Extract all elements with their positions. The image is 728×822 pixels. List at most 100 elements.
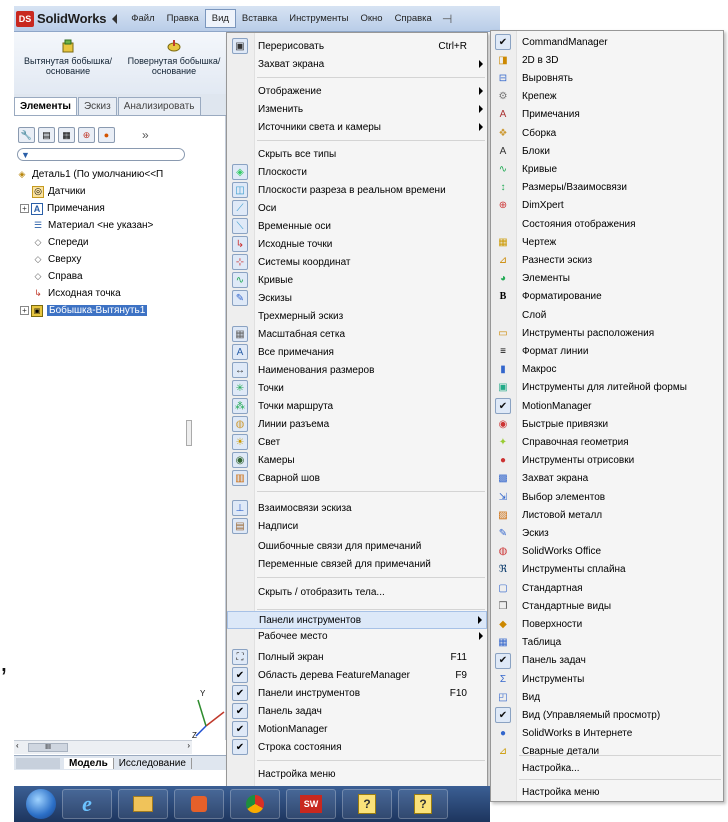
toolbar-menu-item[interactable]: ✦ Справочная геометрия bbox=[491, 433, 723, 451]
menu-edit[interactable]: Правка bbox=[161, 10, 205, 27]
chrome-icon[interactable] bbox=[230, 789, 280, 819]
toolbar-menu-item[interactable]: B Форматирование bbox=[491, 288, 723, 306]
view-menu-item[interactable]: ▥ Сварной шов bbox=[227, 469, 487, 487]
view-menu-item[interactable]: ⁂ Точки маршрута bbox=[227, 397, 487, 415]
toolbar-menu-item[interactable]: ⚙ Крепеж bbox=[491, 88, 723, 106]
tab-study[interactable]: Исследование bbox=[114, 757, 192, 769]
property-manager-tab-icon[interactable]: ▤ bbox=[38, 127, 55, 143]
tree-item-annotations[interactable]: + A Примечания bbox=[16, 200, 221, 217]
expand-icon[interactable]: + bbox=[20, 306, 29, 315]
view-menu-item[interactable]: ⟍ Временные оси bbox=[227, 217, 487, 235]
toolbar-menu-item[interactable]: ◰ Вид bbox=[491, 688, 723, 706]
toolbar-menu-item[interactable]: ● SolidWorks в Интернете bbox=[491, 725, 723, 743]
expand-icon[interactable]: + bbox=[20, 204, 29, 213]
toolbar-menu-item[interactable]: ✔ Панель задач bbox=[491, 652, 723, 670]
toolbar-menu-item[interactable]: ✔ Вид (Управляемый просмотр) bbox=[491, 706, 723, 724]
view-menu-item[interactable]: Трехмерный эскиз bbox=[227, 307, 487, 325]
internet-explorer-icon[interactable]: e bbox=[62, 789, 112, 819]
toolbar-menu-item[interactable]: Σ Инструменты bbox=[491, 670, 723, 688]
view-menu-item[interactable]: ✔ Панели инструментов F10 bbox=[227, 684, 487, 702]
solidworks-logo[interactable]: DS SolidWorks bbox=[16, 9, 106, 29]
menu-window[interactable]: Окно bbox=[354, 10, 388, 27]
toolbar-menu-item[interactable]: ▣ Инструменты для литейной формы bbox=[491, 379, 723, 397]
toolbar-menu-item[interactable]: ⊕ DimXpert bbox=[491, 197, 723, 215]
view-menu-item[interactable]: ✔ Область дерева FeatureManager F9 bbox=[227, 666, 487, 684]
view-menu-item[interactable]: Переменные связей для примечаний bbox=[227, 555, 487, 573]
view-menu-item[interactable]: A Все примечания bbox=[227, 343, 487, 361]
view-menu-item[interactable]: ↳ Исходные точки bbox=[227, 235, 487, 253]
explorer-icon[interactable] bbox=[118, 789, 168, 819]
toolbar-menu-item[interactable]: A Блоки bbox=[491, 142, 723, 160]
menu-insert[interactable]: Вставка bbox=[236, 10, 283, 27]
toolbar-menu-item[interactable]: ∿ Кривые bbox=[491, 160, 723, 178]
menu-tools[interactable]: Инструменты bbox=[283, 10, 354, 27]
view-menu-item[interactable]: ∿ Кривые bbox=[227, 271, 487, 289]
view-menu-item[interactable]: Изменить bbox=[227, 100, 487, 118]
toolbar-menu-item[interactable]: ⇲ Выбор элементов bbox=[491, 488, 723, 506]
toolbar-menu-item[interactable]: ▦ Чертеж bbox=[491, 233, 723, 251]
toolbar-menu-item[interactable]: ✔ CommandManager bbox=[491, 33, 723, 51]
help-icon-2[interactable]: ? bbox=[398, 789, 448, 819]
tab-nav-arrows[interactable] bbox=[16, 757, 60, 769]
toolbar-menu-item[interactable]: ▭ Инструменты расположения bbox=[491, 324, 723, 342]
toolbar-menu-item[interactable]: Состояния отображения bbox=[491, 215, 723, 233]
feature-tree-tab-icon[interactable]: 🔧 bbox=[18, 127, 35, 143]
config-manager-tab-icon[interactable]: ▦ bbox=[58, 127, 75, 143]
toolbar-menu-item[interactable]: ✔ MotionManager bbox=[491, 397, 723, 415]
toolbar-menu-item[interactable]: ▨ Листовой металл bbox=[491, 506, 723, 524]
collapse-arrow-icon[interactable] bbox=[112, 13, 118, 24]
view-menu-item[interactable]: Ошибочные связи для примечаний bbox=[227, 537, 487, 555]
toolbar-menu-item[interactable]: ◆ Поверхности bbox=[491, 615, 723, 633]
tree-filter-input[interactable]: ▼ bbox=[17, 148, 185, 161]
help-icon[interactable]: ? bbox=[342, 789, 392, 819]
toolbar-menu-item[interactable]: A Примечания bbox=[491, 106, 723, 124]
toolbar-menu-item[interactable]: Настройка... bbox=[491, 759, 723, 777]
toolbar-menu-item[interactable]: ▢ Стандартная bbox=[491, 579, 723, 597]
tab-sketch[interactable]: Эскиз bbox=[77, 97, 117, 115]
view-menu-item[interactable]: Скрыть / отобразить тела... bbox=[227, 583, 487, 601]
toolbar-menu-item[interactable]: ⊿ Разнести эскиз bbox=[491, 251, 723, 269]
toolbar-menu-item[interactable]: ↕ Размеры/Взаимосвязи bbox=[491, 179, 723, 197]
tree-item-sensors[interactable]: ◎ Датчики bbox=[16, 183, 221, 200]
scroll-right-icon[interactable]: › bbox=[187, 741, 190, 750]
view-menu-item[interactable]: Источники света и камеры bbox=[227, 118, 487, 136]
display-manager-tab-icon[interactable]: ● bbox=[98, 127, 115, 143]
view-menu-item[interactable]: ▦ Масштабная сетка bbox=[227, 325, 487, 343]
view-menu-item[interactable]: Рабочее место bbox=[227, 627, 487, 645]
toolbar-menu-item[interactable]: ▮ Макрос bbox=[491, 361, 723, 379]
toolbar-menu-item[interactable]: ℜ Инструменты сплайна bbox=[491, 561, 723, 579]
panel-splitter-handle[interactable] bbox=[186, 420, 192, 446]
view-menu-item[interactable]: ◍ Линии разъема bbox=[227, 415, 487, 433]
tab-model[interactable]: Модель bbox=[64, 757, 114, 769]
toolbar-menu-item[interactable]: ▦ Таблица bbox=[491, 634, 723, 652]
tree-item-origin[interactable]: ↳ Исходная точка bbox=[16, 285, 221, 302]
view-menu-item[interactable]: ⛶ Полный экран F11 bbox=[227, 648, 487, 666]
view-menu-item[interactable]: ▣ Перерисовать Ctrl+R bbox=[227, 37, 487, 55]
revolve-boss-button[interactable]: Повернутая бобышка/основание bbox=[122, 38, 226, 76]
view-menu-item[interactable]: ⊹ Системы координат bbox=[227, 253, 487, 271]
tab-features[interactable]: Элементы bbox=[14, 97, 77, 115]
toolbar-menu-item[interactable]: ⊟ Выровнять bbox=[491, 69, 723, 87]
expand-chevron-icon[interactable]: » bbox=[142, 128, 149, 142]
toolbar-menu-item[interactable]: ● Инструменты отрисовки bbox=[491, 452, 723, 470]
toolbar-menu-item[interactable]: ≡ Формат линии bbox=[491, 342, 723, 360]
tree-item-top[interactable]: ◇ Сверху bbox=[16, 251, 221, 268]
extrude-boss-button[interactable]: Вытянутая бобышка/основание bbox=[18, 38, 118, 76]
toolbar-menu-item[interactable]: ✎ Эскиз bbox=[491, 524, 723, 542]
view-menu-item[interactable]: ☀ Свет bbox=[227, 433, 487, 451]
view-menu-item[interactable]: Захват экрана bbox=[227, 55, 487, 73]
view-menu-item[interactable]: Скрыть все типы bbox=[227, 145, 487, 163]
tree-item-right[interactable]: ◇ Справа bbox=[16, 268, 221, 285]
view-menu-item[interactable]: ✎ Эскизы bbox=[227, 289, 487, 307]
view-menu-item[interactable]: ↔ Наименования размеров bbox=[227, 361, 487, 379]
tree-root[interactable]: ◈ Деталь1 (По умолчанию<<П bbox=[16, 166, 221, 183]
dimxpert-tab-icon[interactable]: ⊕ bbox=[78, 127, 95, 143]
view-menu-item[interactable]: Настройка меню bbox=[227, 765, 487, 783]
view-menu-item[interactable]: ⟋ Оси bbox=[227, 199, 487, 217]
solidworks-icon[interactable]: SW bbox=[286, 789, 336, 819]
view-menu-item[interactable]: ⊥ Взаимосвязи эскиза bbox=[227, 499, 487, 517]
toolbar-menu-item[interactable]: ◕ Элементы bbox=[491, 270, 723, 288]
menu-file[interactable]: Файл bbox=[125, 10, 160, 27]
view-menu-item[interactable]: ▤ Надписи bbox=[227, 517, 487, 535]
toolbar-menu-item[interactable]: Слой bbox=[491, 306, 723, 324]
